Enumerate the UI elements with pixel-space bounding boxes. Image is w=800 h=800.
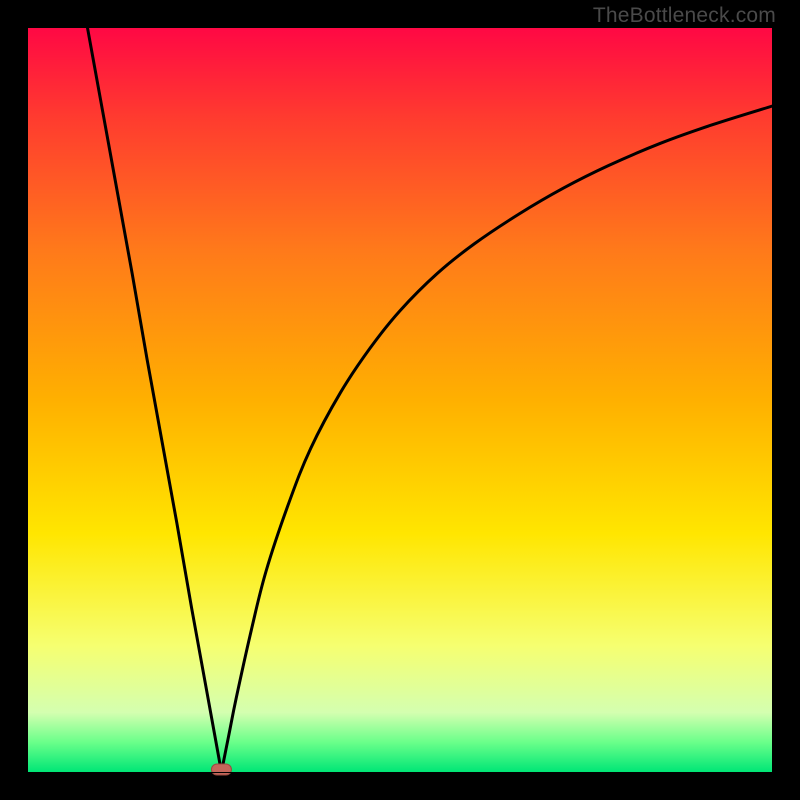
plot-background: [28, 28, 772, 772]
bottleneck-chart: [0, 0, 800, 800]
chart-container: TheBottleneck.com: [0, 0, 800, 800]
optimal-marker: [211, 764, 231, 775]
watermark-text: TheBottleneck.com: [593, 4, 776, 28]
